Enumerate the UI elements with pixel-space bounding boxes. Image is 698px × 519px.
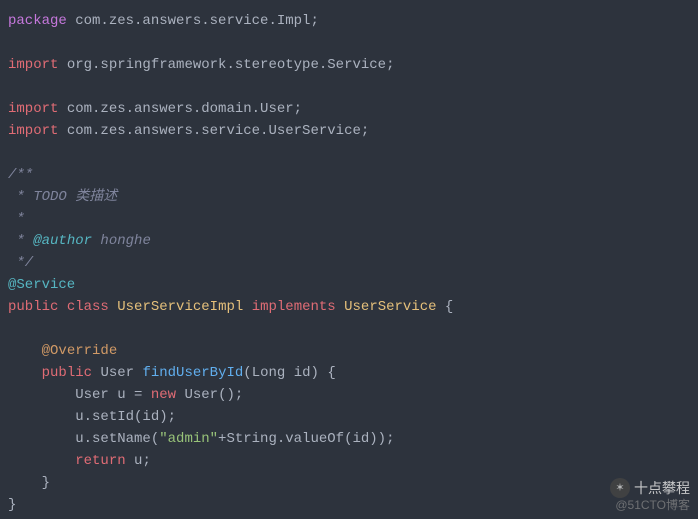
keyword-new: new — [151, 387, 176, 403]
method-name: findUserById — [142, 365, 243, 381]
comment-line: * — [8, 211, 25, 227]
watermark-sub: @51CTO博客 — [615, 494, 690, 516]
local-var: u = — [109, 387, 151, 403]
paren-brace: ) { — [311, 365, 336, 381]
code-block: package com.zes.answers.service.Impl; im… — [8, 10, 690, 516]
comment-author-name: honghe — [92, 233, 151, 249]
ctor-call: User(); — [176, 387, 243, 403]
stmt-setname-pre: u.setName( — [75, 431, 159, 447]
stmt-setid: u.setId(id); — [75, 409, 176, 425]
keyword-public: public — [42, 365, 92, 381]
return-var: u; — [126, 453, 151, 469]
keyword-import: import — [8, 123, 58, 139]
keyword-public: public — [8, 299, 58, 315]
import-path: com.zes.answers.service.UserService; — [58, 123, 369, 139]
comment-line: */ — [8, 255, 33, 271]
class-name-iface: UserService — [344, 299, 436, 315]
brace-close: } — [42, 475, 50, 491]
stmt-setname-post: +String.valueOf(id)); — [218, 431, 394, 447]
pkg-path: com.zes.answers.service.Impl; — [67, 13, 319, 29]
keyword-package: package — [8, 13, 67, 29]
param-type: Long — [252, 365, 286, 381]
comment-author-tag: @author — [33, 233, 92, 249]
keyword-import: import — [8, 57, 58, 73]
annotation-service: @Service — [8, 277, 75, 293]
annotation-override: @Override — [42, 343, 118, 359]
comment-line: /** — [8, 167, 33, 183]
brace: { — [437, 299, 454, 315]
import-path: org.springframework.stereotype.Service; — [58, 57, 394, 73]
import-path: com.zes.answers.domain.User; — [58, 101, 302, 117]
return-type: User — [100, 365, 134, 381]
class-name-impl: UserServiceImpl — [117, 299, 243, 315]
keyword-import: import — [8, 101, 58, 117]
paren: ( — [243, 365, 251, 381]
string-literal: "admin" — [159, 431, 218, 447]
comment-line: * — [8, 233, 33, 249]
local-type: User — [75, 387, 109, 403]
keyword-class: class — [67, 299, 109, 315]
keyword-return: return — [75, 453, 125, 469]
param-name: id — [294, 365, 311, 381]
comment-line: * TODO 类描述 — [8, 189, 117, 205]
brace-close: } — [8, 497, 16, 513]
keyword-implements: implements — [252, 299, 336, 315]
